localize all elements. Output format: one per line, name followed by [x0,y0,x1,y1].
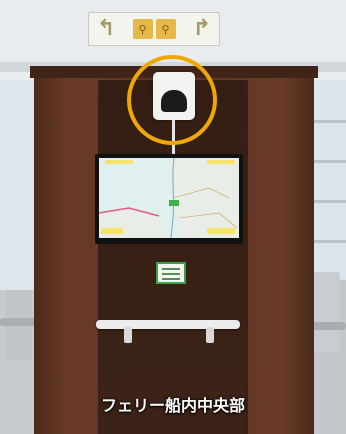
center-handrail [96,320,240,329]
map-graphic [99,158,239,238]
restroom-icon: ⚲ [155,19,176,39]
photo-scene: ↰ ⚲ ⚲ ↱ フェリー船内中央部 [0,0,346,434]
navigation-monitor [95,154,243,244]
direction-sign: ↰ ⚲ ⚲ ↱ [88,12,220,46]
arrow-up-right-icon: ↱ [192,16,211,41]
sign-center-icons: ⚲ ⚲ [132,19,176,39]
arrow-up-left-icon: ↰ [97,16,116,41]
notice-plate [156,262,186,284]
navigation-map-screen [99,158,239,238]
highlight-circle [127,55,217,145]
handrail-bracket [206,327,214,343]
handrail-bracket [124,327,132,343]
left-window [0,80,36,310]
photo-caption: フェリー船内中央部 [100,396,245,415]
restroom-icon: ⚲ [132,19,153,39]
right-seat [312,272,340,352]
